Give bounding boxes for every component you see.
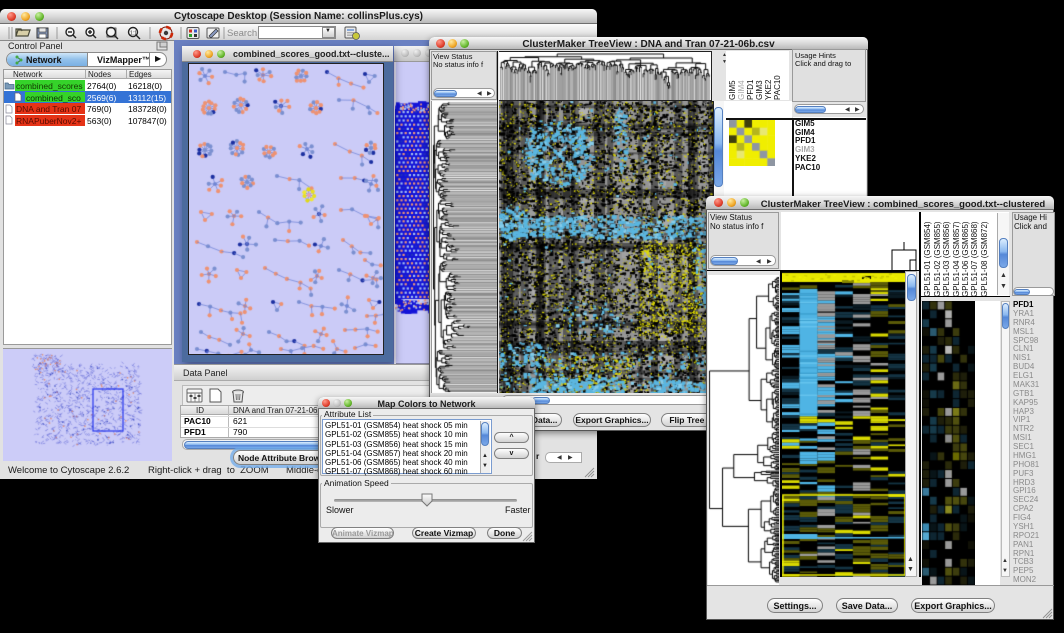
svg-text:1:1: 1:1 bbox=[130, 31, 137, 37]
